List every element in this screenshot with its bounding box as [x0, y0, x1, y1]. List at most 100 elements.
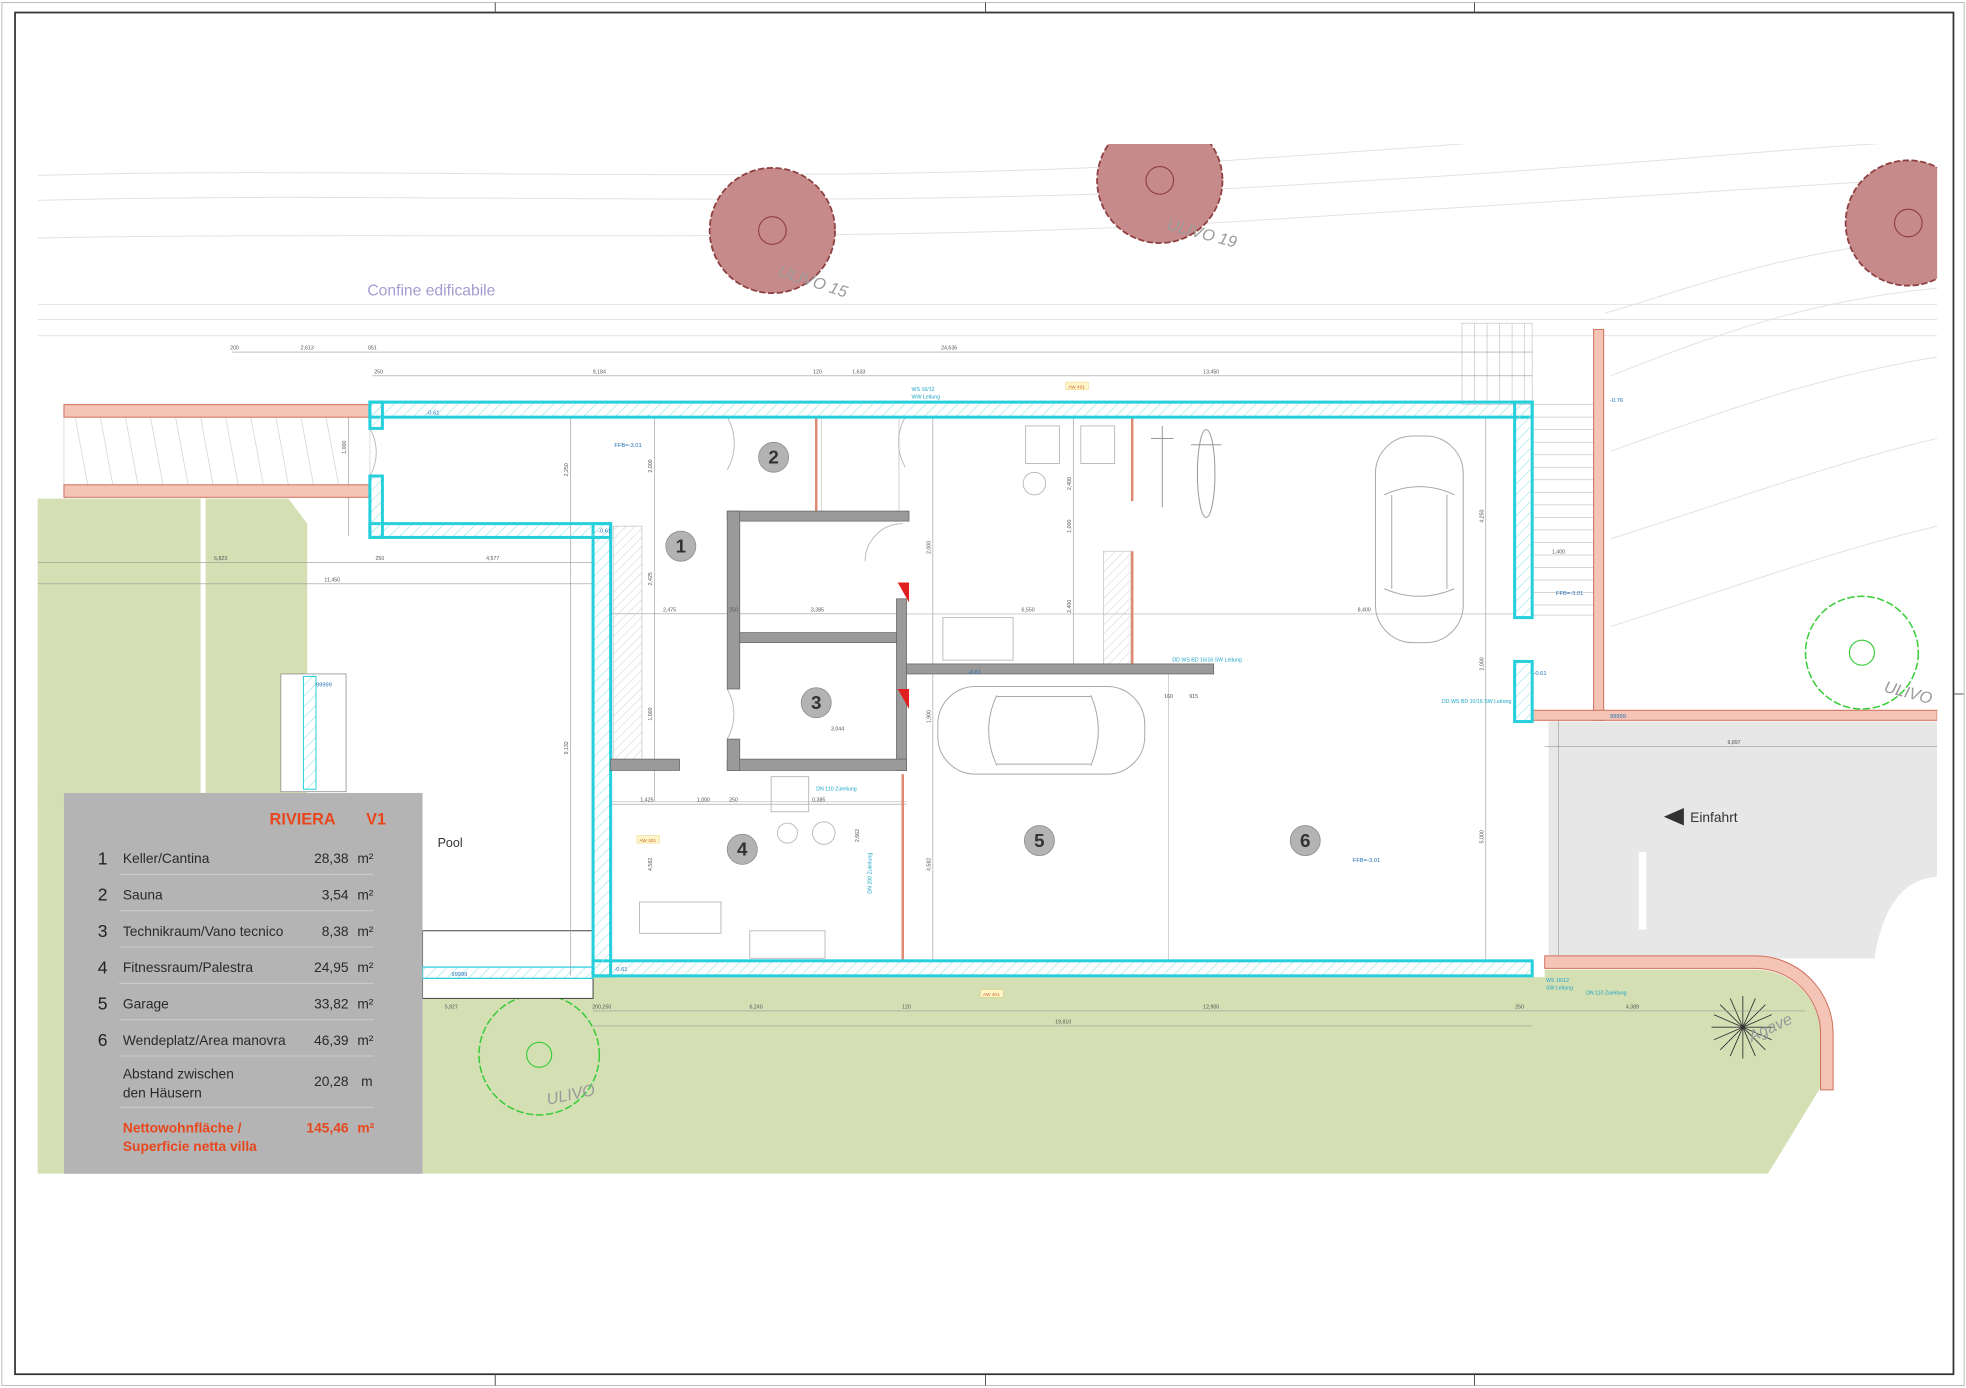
- legend-distance-value: 20,28: [314, 1074, 349, 1089]
- sauna-bench: [1080, 425, 1116, 464]
- contour-line: [1611, 525, 1938, 627]
- wall-east-upper: [1513, 400, 1534, 620]
- contour-line: [1611, 356, 1938, 452]
- dimension-label: 250: [376, 556, 385, 562]
- dimension-label: 4,582: [648, 858, 654, 871]
- floor-plan-drawing: Einfahrt ULIVO 15 ULIVO 19 ULIVO ULIVO A…: [1, 2, 1965, 1386]
- retaining-wall-vertical: [1593, 328, 1605, 721]
- dimension-label: 1,000: [1067, 519, 1073, 532]
- dimension-label: 5,000: [1479, 830, 1485, 843]
- dimension-label: 3,385: [811, 607, 824, 613]
- dimension-label: 4,582: [926, 858, 932, 871]
- legend-row-value: 46,39: [314, 1033, 348, 1048]
- bicycle-icon: [1151, 425, 1174, 508]
- pipe-annotations: WS 16/12 WW Leitung DD WS BD 16/16 SW Le…: [816, 387, 1626, 997]
- dimension-label: 2,000: [648, 459, 654, 472]
- door-swing: [898, 416, 906, 468]
- dimension-label: 250: [729, 798, 738, 804]
- dimension-label: 051: [368, 346, 377, 352]
- contour-line: [37, 144, 1881, 201]
- dimension-label: 1,900: [926, 710, 932, 723]
- dimension-label: 2,662: [855, 829, 861, 842]
- dimension-label: 4,389: [1626, 1004, 1639, 1010]
- ramp-wall-upper: [63, 404, 371, 418]
- level-label: FFB=-3.01: [1556, 591, 1583, 597]
- interior-wall: [726, 510, 741, 690]
- stool: [812, 821, 836, 845]
- legend-distance-label-line1: Abstand zwischen: [123, 1067, 234, 1082]
- dimension-label: 1,633: [852, 369, 865, 375]
- dimension-label: 250: [729, 607, 738, 613]
- dimension-label: 9,184: [593, 369, 606, 375]
- dimension-labels-horizontal: 200 2,613 051 24,636 250 9,184 120 1,633…: [214, 346, 1741, 1026]
- dimension-label: 200,250: [592, 1004, 611, 1010]
- driveway: [1548, 721, 1938, 959]
- room-number: 5: [1034, 830, 1044, 851]
- legend-row-name: Technikraum/Vano tecnico: [123, 924, 284, 939]
- legend-row-value: 28,38: [314, 851, 349, 866]
- dimension-label: 120: [902, 1004, 911, 1010]
- pipe-label: DD WS BD 10/16 SW Leitung: [1442, 699, 1512, 705]
- outdoor-shower-tray: [302, 675, 317, 790]
- treadmill: [639, 901, 722, 934]
- interior-wall: [906, 663, 1215, 675]
- outer-walls: [368, 400, 1534, 978]
- wall-tags: AW 401 AW 401 AW 401: [636, 381, 1089, 998]
- dimension-label: 11,450: [324, 577, 340, 583]
- legend-row-number: 4: [98, 957, 108, 977]
- dimension-label: 24,636: [941, 346, 957, 352]
- interior-wall: [896, 598, 907, 771]
- door-swing: [726, 688, 735, 740]
- level-label: -0.61: [1533, 671, 1546, 677]
- legend-row-name: Fitnessraum/Palestra: [123, 960, 253, 975]
- dimension-label: 8,400: [1358, 607, 1371, 613]
- dimension-label: 13,450: [1203, 369, 1219, 375]
- pipe-label: DN 200 Zuleitung: [867, 853, 873, 894]
- dimension-label: 5,927: [445, 1004, 458, 1010]
- legend-row-value: 24,95: [314, 960, 349, 975]
- door-swing: [369, 428, 377, 477]
- dimension-labels-vertical: 2,250 9,132 2,425 2,000 4,250 2,000 5,00…: [342, 441, 1485, 871]
- wall-tag: AW 401: [1068, 384, 1085, 390]
- legend-total-value: 145,46: [306, 1120, 348, 1135]
- wall-west-short-upper: [368, 400, 384, 430]
- legend-row-name: Sauna: [123, 887, 163, 902]
- level-label: 99999: [1610, 714, 1626, 720]
- retaining-wall-horizontal: [1531, 709, 1938, 721]
- dimension-label: 1,000: [648, 707, 654, 720]
- pool-edge-strip: [421, 966, 594, 979]
- legend-version: V1: [366, 810, 386, 828]
- dimension-label: 9,132: [564, 741, 570, 754]
- room-number: 4: [737, 839, 748, 860]
- dimension-label: 1,425: [640, 798, 653, 804]
- dimension-label: 2,400: [1067, 600, 1073, 613]
- wall-tag: AW 401: [639, 838, 656, 844]
- car-top-right-icon: [1374, 435, 1464, 644]
- legend-row-name: Wendeplatz/Area manovra: [123, 1033, 286, 1048]
- pipe-label: DN 110 Zuleitung: [1586, 991, 1627, 997]
- dimension-label: 3,044: [831, 726, 844, 732]
- door-swing: [726, 416, 735, 470]
- pipe-label: SW Leitung: [1546, 986, 1573, 992]
- legend-row-value: 8,38: [322, 924, 349, 939]
- legend-row-number: 1: [98, 848, 108, 868]
- interior-wall: [726, 738, 741, 771]
- legend-row-name: Keller/Cantina: [123, 851, 210, 866]
- interior-wall: [610, 758, 680, 771]
- door-swing: [864, 523, 903, 562]
- dimension-label: 1,400: [1552, 550, 1565, 556]
- dimension-label: 2,250: [564, 463, 570, 476]
- wall-notch: [368, 522, 613, 539]
- ramp-wall-lower: [63, 484, 371, 498]
- bench: [749, 930, 826, 959]
- legend-row-value: 33,82: [314, 996, 348, 1011]
- shelving: [612, 525, 643, 760]
- legend-row-number: 5: [98, 994, 108, 1014]
- pink-partitions: [814, 417, 1134, 961]
- dimension-label: 2,000: [926, 541, 932, 554]
- contour-line: [1611, 437, 1938, 540]
- tree-red-3: [1844, 159, 1938, 287]
- legend-row-value: 3,54: [322, 887, 349, 902]
- level-annotations: FFB=-3.01 -0.61 -0.61 -0.76 FFB=-3.01 -0…: [316, 398, 1626, 978]
- dimension-label: 200: [230, 346, 239, 352]
